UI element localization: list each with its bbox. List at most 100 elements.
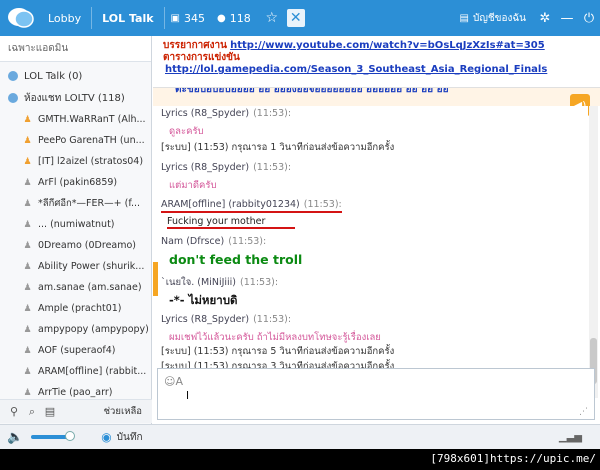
sidebar-section-lol-talk[interactable]: LOL Talk (0) [0, 65, 151, 87]
user-icon: ● [217, 12, 226, 24]
sender-name[interactable]: Lyrics (R8_Spyder) [161, 314, 249, 325]
footer: [798x601]https://upic.me/ [0, 449, 600, 470]
sidebar-section-chatroom[interactable]: ห้องแชท LOLTV (118) [0, 87, 151, 109]
sidebar-user-item[interactable]: ♟ ArFl (pakin6859) [0, 172, 151, 193]
announce-label-1: บรรยากาศงาน [163, 40, 227, 51]
user-icon: ♟ [23, 240, 32, 251]
favorite-star-icon[interactable]: ☆ [261, 7, 283, 29]
account-button[interactable]: ▤ บัญชีของฉัน [452, 11, 534, 26]
message-list: Lyrics (R8_Spyder) (11:53): ดูละครับ [ระบบ]… [153, 106, 588, 398]
tab-lobby[interactable]: Lobby [38, 0, 91, 36]
sidebar-user-item[interactable]: ♟ 0Dreamo (0Dreamo) [0, 235, 151, 256]
sidebar-user-item[interactable]: ♟ ARAM[offline] (rabbit... [0, 361, 151, 382]
sidebar-user-item[interactable]: ♟ *ลีกีศอีก*—FER—+ (f... [0, 193, 151, 214]
user-icon: ♟ [23, 156, 32, 167]
list-icon[interactable]: ▤ [42, 405, 58, 418]
scrollbar[interactable] [589, 106, 598, 398]
close-tab-icon[interactable]: ✕ [286, 9, 305, 27]
user-icon: ♟ [23, 345, 32, 356]
sender-name[interactable]: Lyrics (R8_Spyder) [161, 162, 249, 173]
announce-link-2[interactable]: http://lol.gamepedia.com/Season_3_Southe… [165, 64, 547, 75]
user-name: ampypopy (ampypopy) [38, 324, 149, 335]
search-icon[interactable]: ⌕ [24, 405, 40, 419]
settings-gear-icon[interactable]: ✲ [534, 7, 556, 29]
sidebar-user-item[interactable]: ♟ PeePo GarenaTH (un... [0, 130, 151, 151]
message-text: Fucking your mother [167, 216, 296, 229]
sidebar-user-item[interactable]: ♟ AOF (superaof4) [0, 340, 151, 361]
location-pin-icon[interactable]: ⚲ [6, 405, 22, 418]
message-text: ผมเชฟไว้แล้วนะครับ ถ้าไม่มีหลงบทโทษจะรู้… [169, 332, 381, 343]
message-input[interactable] [158, 369, 594, 419]
user-count-value: 118 [229, 11, 251, 25]
message-text: [ระบบ] (11:53) กรุณารอ 5 วินาทีก่อนส่งข้… [161, 346, 395, 357]
volume-slider-knob[interactable] [65, 431, 76, 441]
power-icon[interactable]: ⏻ [578, 7, 600, 29]
tab-lol-talk[interactable]: LOL Talk [92, 0, 163, 36]
user-name: ARAM[offline] (rabbit... [38, 366, 147, 377]
user-name: [IT] l2aizel (stratos04) [38, 156, 144, 167]
user-name: AOF (superaof4) [38, 345, 116, 356]
sender-name[interactable]: Lyrics (R8_Spyder) [161, 108, 249, 119]
chat-count: ▣ 345 [165, 12, 211, 25]
user-icon: ♟ [23, 114, 32, 125]
emoji-icon[interactable]: ☺A [164, 375, 183, 388]
volume-slider[interactable] [31, 431, 76, 441]
app-logo-icon[interactable] [4, 3, 38, 33]
user-name: *ลีกีศอีก*—FER—+ (f... [38, 198, 141, 209]
sender-name[interactable]: `เนยใจ. (MiNiJiii) [161, 277, 236, 288]
user-icon: ♟ [23, 366, 32, 377]
banner-text: ตะขอบอบอบออออ ออ ออองออจออออออออ ออออออ … [175, 88, 449, 95]
sender-name[interactable]: ARAM[offline] (rabbity01234) [161, 199, 300, 210]
message-time: (11:53): [303, 199, 342, 210]
message-sender: Lyrics (R8_Spyder) (11:53): [161, 314, 291, 325]
resize-grip-icon[interactable]: ⋰ [579, 407, 588, 417]
collapse-handle[interactable] [153, 262, 158, 296]
user-icon: ♟ [23, 303, 32, 314]
section-label: ห้องแชท LOLTV (118) [24, 92, 125, 104]
announcement: บรรยากาศงาน http://www.youtube.com/watch… [153, 36, 600, 88]
user-name: 0Dreamo (0Dreamo) [38, 240, 137, 251]
tab-lobby-label: Lobby [48, 11, 82, 25]
record-button[interactable]: ◉ บันทึก [101, 430, 142, 445]
user-icon: ♟ [23, 198, 32, 209]
user-icon: ♟ [23, 387, 32, 398]
watermark: [798x601]https://upic.me/ [430, 452, 596, 465]
message-sender: Lyrics (R8_Spyder) (11:53): [161, 162, 291, 173]
user-name: GMTH.WaRRanT (Alh... [38, 114, 146, 125]
sidebar-toolbar: ⚲ ⌕ ▤ ช่วยเหลือ [0, 399, 152, 423]
section-icon [8, 71, 18, 81]
sidebar-user-item[interactable]: ♟ am.sanae (am.sanae) [0, 277, 151, 298]
message-input-box: ☺A ⋰ [157, 368, 595, 420]
user-icon: ♟ [23, 324, 32, 335]
user-count: ● 118 [211, 12, 257, 25]
chat-count-value: 345 [184, 11, 205, 25]
section-icon [8, 93, 18, 103]
message-sender: Nam (Dfrsce) (11:53): [161, 236, 266, 247]
sidebar-user-item[interactable]: ♟ Ample (pracht01) [0, 298, 151, 319]
user-name: ... (numiwatnut) [38, 219, 115, 230]
sidebar-filter[interactable]: เฉพาะแอดมิน [0, 36, 151, 62]
user-icon: ♟ [23, 177, 32, 188]
sidebar-user-item[interactable]: ♟ ... (numiwatnut) [0, 214, 151, 235]
help-link[interactable]: ช่วยเหลือ [104, 404, 142, 419]
sidebar-user-item[interactable]: ♟ ampypopy (ampypopy) [0, 319, 151, 340]
message-text: don't feed the troll [169, 252, 303, 267]
sidebar-user-item[interactable]: ♟ [IT] l2aizel (stratos04) [0, 151, 151, 172]
message-text: แต่มาดีครับ [169, 180, 217, 191]
user-name: ArFl (pakin6859) [38, 177, 118, 188]
announce-link-1[interactable]: http://www.youtube.com/watch?v=bOsLqJzXz… [230, 40, 545, 51]
sender-name[interactable]: Nam (Dfrsce) [161, 236, 224, 247]
message-sender: `เนยใจ. (MiNiJiii) (11:53): [161, 275, 278, 290]
user-icon: ♟ [23, 282, 32, 293]
section-label: LOL Talk (0) [24, 70, 83, 82]
user-list: ♟ GMTH.WaRRanT (Alh... ♟ PeePo GarenaTH (un… [0, 109, 151, 424]
user-icon: ♟ [23, 135, 32, 146]
sidebar-user-item[interactable]: ♟ GMTH.WaRRanT (Alh... [0, 109, 151, 130]
user-icon: ♟ [23, 219, 32, 230]
volume-icon[interactable]: 🔈 [7, 430, 23, 445]
chat-panel: บรรยากาศงาน http://www.youtube.com/watch… [153, 36, 600, 449]
sidebar-user-item[interactable]: ♟ Ability Power (shurik... [0, 256, 151, 277]
message-time: (11:53): [228, 236, 267, 247]
minimize-icon[interactable]: — [556, 7, 578, 29]
tab-lol-talk-label: LOL Talk [102, 11, 154, 25]
